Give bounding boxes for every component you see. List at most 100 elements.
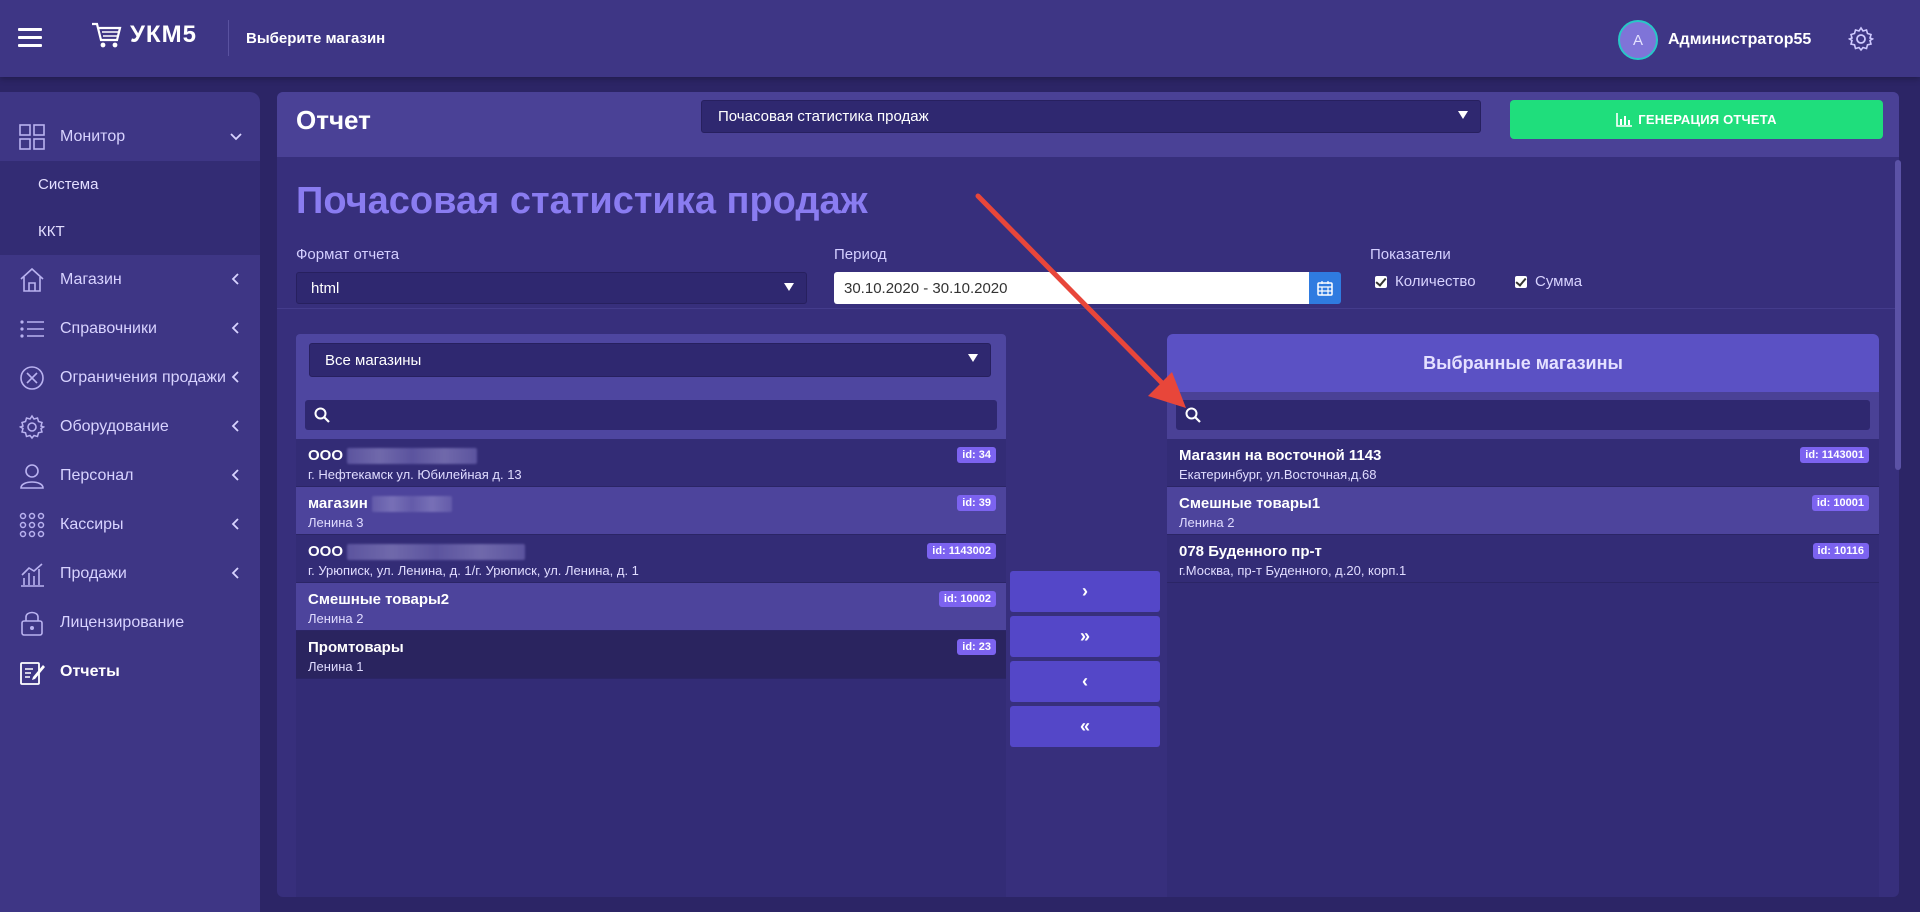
main-header: Отчет Почасовая статистика продаж ГЕНЕРА… xyxy=(277,92,1899,157)
sidebar-item-label: Магазин xyxy=(60,270,122,288)
id-badge: id: 23 xyxy=(957,639,996,655)
store-name: Смешные товары2 xyxy=(308,591,450,608)
indicators-label: Показатели xyxy=(1370,246,1451,263)
list-item[interactable]: Смешные товары1 Ленина 2 id: 10001 xyxy=(1167,487,1879,535)
id-badge: id: 1143002 xyxy=(927,543,996,559)
search-icon xyxy=(314,407,330,423)
list-item[interactable]: Смешные товары2 Ленина 2 id: 10002 xyxy=(296,583,1006,631)
submenu-item-system[interactable]: Система xyxy=(0,161,260,208)
list-item[interactable]: Магазин на восточной 1143 Екатеринбург, … xyxy=(1167,439,1879,487)
main-panel: Отчет Почасовая статистика продаж ГЕНЕРА… xyxy=(277,92,1899,897)
store-address: Ленина 2 xyxy=(1179,515,1235,530)
redacted-text xyxy=(347,447,478,464)
chart-icon xyxy=(18,560,46,588)
sidebar-item-directories[interactable]: Справочники xyxy=(0,304,260,353)
sidebar-item-monitor[interactable]: Монитор xyxy=(0,112,260,161)
sidebar-item-reports[interactable]: Отчеты xyxy=(0,647,260,696)
checkbox-checked-icon xyxy=(1375,275,1387,288)
search-icon xyxy=(1185,407,1201,423)
monitor-grid-icon xyxy=(18,123,46,151)
user-menu[interactable]: А Администратор55 xyxy=(1618,20,1811,60)
sidebar-item-label: Продажи xyxy=(60,564,127,582)
cancel-circle-icon xyxy=(18,364,46,392)
format-label: Формат отчета xyxy=(296,246,400,263)
list-item[interactable]: Промтовары Ленина 1 id: 23 xyxy=(296,631,1006,679)
caret-down-icon xyxy=(784,283,794,291)
home-icon xyxy=(18,266,46,294)
id-badge: id: 10002 xyxy=(938,591,996,607)
chevron-left-icon xyxy=(231,322,239,334)
format-value: html xyxy=(311,279,340,297)
period-label: Период xyxy=(834,246,887,263)
monitor-submenu: Система ККТ xyxy=(0,161,260,255)
store-name: Смешные товары1 xyxy=(1179,495,1321,512)
redacted-text xyxy=(347,543,526,560)
caret-down-icon xyxy=(968,354,978,362)
list-item[interactable]: магазин Ленина 3 id: 39 xyxy=(296,487,1006,535)
sidebar-item-cashiers[interactable]: Кассиры xyxy=(0,500,260,549)
sidebar-item-label: Персонал xyxy=(60,466,134,484)
sidebar-item-personnel[interactable]: Персонал xyxy=(0,451,260,500)
move-all-right-button[interactable]: » xyxy=(1010,616,1160,657)
available-stores-panel: Все магазины ООО г. Нефтекамск ул. Юбиле… xyxy=(296,334,1006,897)
page-scrollbar[interactable] xyxy=(1895,160,1901,470)
bar-chart-icon xyxy=(1616,112,1633,127)
chevron-left-icon xyxy=(231,420,239,432)
store-name: Магазин на восточной 1143 xyxy=(1179,447,1382,464)
id-badge: id: 1143001 xyxy=(1800,447,1869,463)
available-search-input[interactable] xyxy=(305,400,997,430)
available-stores-header: Все магазины xyxy=(296,334,1006,392)
id-badge: id: 39 xyxy=(957,495,996,511)
store-name: 078 Буденного пр-т xyxy=(1179,543,1322,560)
store-address: Екатеринбург, ул.Восточная,д.68 xyxy=(1179,467,1377,482)
app-logo[interactable]: УКМ5 xyxy=(90,20,197,50)
sidebar-item-label: Лицензирование xyxy=(60,613,185,631)
store-name: магазин xyxy=(308,495,368,512)
move-right-button[interactable]: › xyxy=(1010,571,1160,612)
selected-search-wrap xyxy=(1167,392,1879,439)
menu-burger-icon[interactable] xyxy=(18,28,42,48)
checkbox-checked-icon xyxy=(1515,275,1527,288)
store-filter-select[interactable]: Все магазины xyxy=(309,343,991,377)
chevron-left-icon xyxy=(231,518,239,530)
user-icon xyxy=(18,462,46,490)
divider xyxy=(277,308,1899,309)
indicator-quantity-checkbox[interactable]: Количество xyxy=(1375,273,1476,290)
indicator-sum-checkbox[interactable]: Сумма xyxy=(1515,273,1582,290)
store-address: г. Нефтекамск ул. Юбилейная д. 13 xyxy=(308,467,522,482)
generate-report-label: ГЕНЕРАЦИЯ ОТЧЕТА xyxy=(1638,112,1777,127)
chevron-left-icon xyxy=(231,273,239,285)
calendar-button[interactable] xyxy=(1309,272,1341,304)
move-left-button[interactable]: ‹ xyxy=(1010,661,1160,702)
id-badge: id: 34 xyxy=(957,447,996,463)
settings-gear-icon[interactable] xyxy=(1848,26,1874,52)
sidebar-item-store[interactable]: Магазин xyxy=(0,255,260,304)
sidebar-item-label: Справочники xyxy=(60,319,157,337)
store-select[interactable]: Выберите магазин xyxy=(228,20,385,56)
sidebar-item-licensing[interactable]: Лицензирование xyxy=(0,598,260,647)
indicator-label: Сумма xyxy=(1535,273,1583,290)
store-address: Ленина 3 xyxy=(308,515,364,530)
report-title: Почасовая статистика продаж xyxy=(296,180,868,222)
sidebar-item-equipment[interactable]: Оборудование xyxy=(0,402,260,451)
store-filter-value: Все магазины xyxy=(325,351,422,369)
list-item[interactable]: ООО г. Нефтекамск ул. Юбилейная д. 13 id… xyxy=(296,439,1006,487)
sidebar-item-sale-restrictions[interactable]: Ограничения продажи xyxy=(0,353,260,402)
report-type-select[interactable]: Почасовая статистика продаж xyxy=(701,100,1481,133)
report-edit-icon xyxy=(18,658,46,686)
generate-report-button[interactable]: ГЕНЕРАЦИЯ ОТЧЕТА xyxy=(1510,100,1883,139)
format-select[interactable]: html xyxy=(296,272,807,304)
sidebar-item-label: Ограничения продажи xyxy=(60,368,226,386)
sidebar-item-sales[interactable]: Продажи xyxy=(0,549,260,598)
calendar-icon xyxy=(1317,281,1333,296)
gear-icon xyxy=(18,413,46,441)
report-type-value: Почасовая статистика продаж xyxy=(718,108,929,125)
submenu-item-kkt[interactable]: ККТ xyxy=(0,208,260,255)
list-item[interactable]: ООО г. Урюписк, ул. Ленина, д. 1/г. Урюп… xyxy=(296,535,1006,583)
period-input[interactable]: 30.10.2020 - 30.10.2020 xyxy=(834,272,1309,304)
lock-icon xyxy=(18,609,46,637)
list-item[interactable]: 078 Буденного пр-т г.Москва, пр-т Буденн… xyxy=(1167,535,1879,583)
move-all-left-button[interactable]: « xyxy=(1010,706,1160,747)
store-name: ООО xyxy=(308,543,344,560)
selected-search-input[interactable] xyxy=(1176,400,1870,430)
